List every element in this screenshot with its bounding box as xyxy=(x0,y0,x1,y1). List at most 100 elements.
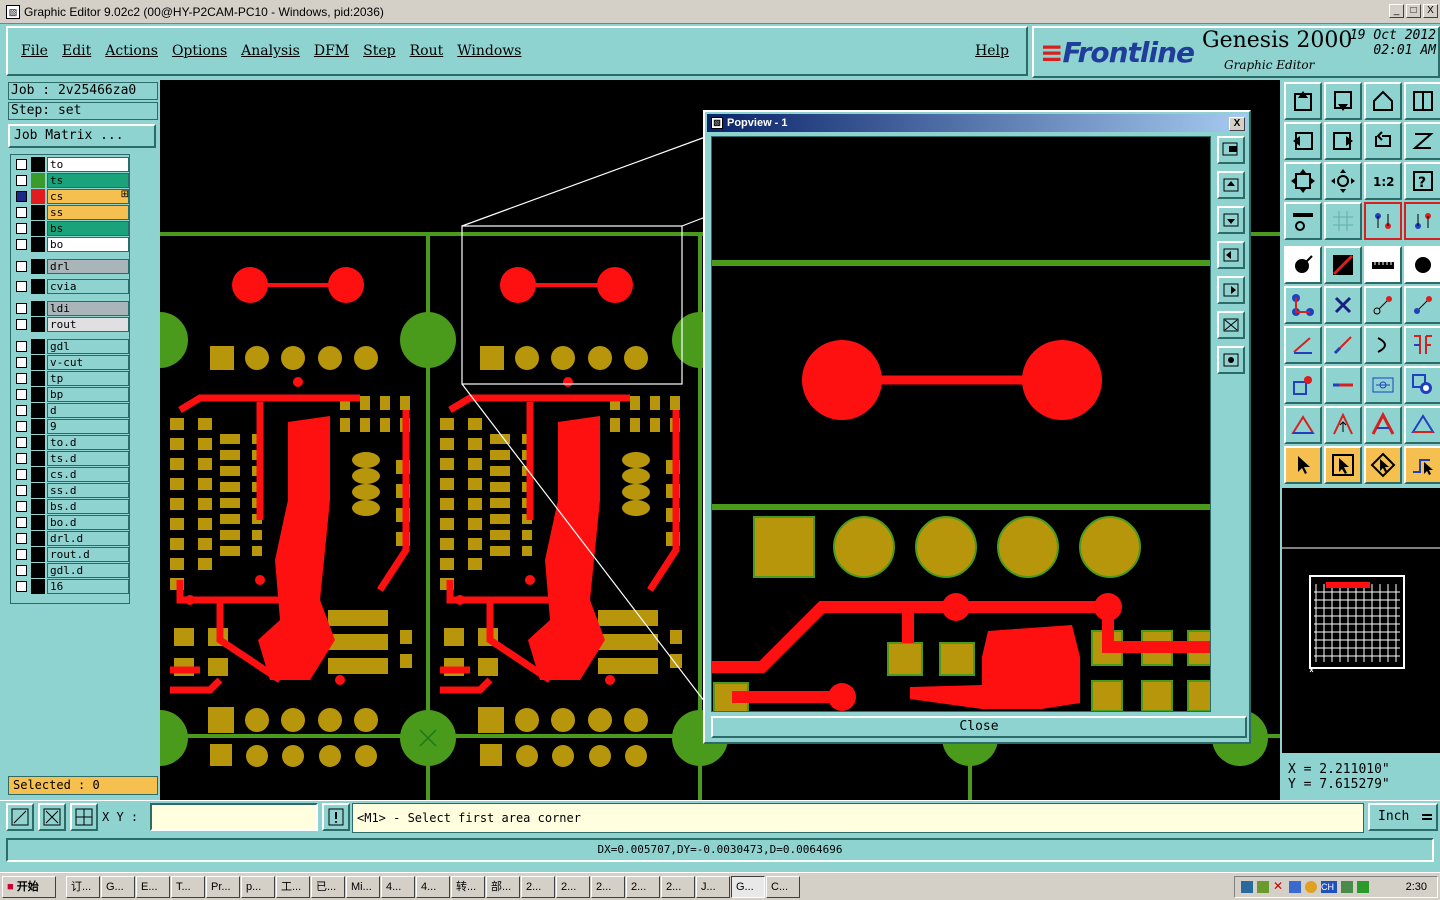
layer-checkbox[interactable] xyxy=(16,389,27,400)
menu-windows[interactable]: Windows xyxy=(450,43,528,59)
snap-mode-icon[interactable] xyxy=(6,803,34,831)
pan-left-tool-icon[interactable] xyxy=(1284,122,1322,160)
layer-row[interactable]: drl xyxy=(13,259,131,274)
connect-icon[interactable] xyxy=(1284,286,1322,324)
taskbar-task[interactable]: G... xyxy=(101,876,135,898)
layer-row[interactable]: bs xyxy=(13,221,131,236)
layer-row[interactable]: to.d xyxy=(13,435,131,450)
taskbar-task[interactable]: J... xyxy=(696,876,730,898)
network-icon[interactable] xyxy=(1241,881,1253,893)
menu-edit[interactable]: Edit xyxy=(55,43,98,59)
delete-icon[interactable] xyxy=(1324,286,1362,324)
layer-checkbox[interactable] xyxy=(16,223,27,234)
text-feature-icon[interactable] xyxy=(1404,326,1440,364)
layer-row[interactable]: cs ⊞ xyxy=(13,189,131,204)
status-icon[interactable] xyxy=(1305,881,1317,893)
menu-analysis[interactable]: Analysis xyxy=(234,43,307,59)
layer-checkbox[interactable] xyxy=(16,581,27,592)
taskbar-task[interactable]: 2... xyxy=(661,876,695,898)
layer-row[interactable]: ts.d xyxy=(13,451,131,466)
layer-checkbox[interactable] xyxy=(16,159,27,170)
menu-file[interactable]: File xyxy=(14,43,55,59)
select-diamond-icon[interactable] xyxy=(1364,446,1402,484)
taskbar-task[interactable]: 订... xyxy=(66,876,100,898)
start-button[interactable]: ■ 开始 xyxy=(2,876,56,898)
layer-checkbox[interactable] xyxy=(16,373,27,384)
layer-row[interactable]: cvia xyxy=(13,279,131,294)
pan-right-tool-icon[interactable] xyxy=(1324,122,1362,160)
layer-checkbox[interactable] xyxy=(16,501,27,512)
layer-row[interactable]: ss.d xyxy=(13,483,131,498)
layer-checkbox[interactable] xyxy=(16,261,27,272)
slope-line-icon[interactable] xyxy=(1284,326,1322,364)
layer-checkbox[interactable] xyxy=(16,281,27,292)
layer-row[interactable]: bo xyxy=(13,237,131,252)
popview-options-icon[interactable] xyxy=(1217,136,1245,164)
home-icon[interactable] xyxy=(1364,82,1402,120)
layer-row[interactable]: ts xyxy=(13,173,131,188)
move-icon[interactable] xyxy=(1364,286,1402,324)
trim-line-icon[interactable] xyxy=(1324,366,1362,404)
popview-close-x-button[interactable]: X xyxy=(1229,117,1245,131)
triangle-pad-icon[interactable] xyxy=(1284,406,1322,444)
app-tray-icon[interactable] xyxy=(1341,881,1353,893)
maximize-button[interactable]: □ xyxy=(1406,4,1421,18)
taskbar-task[interactable]: C... xyxy=(766,876,800,898)
help-query-icon[interactable]: ? xyxy=(1404,162,1440,200)
taskbar-task[interactable]: T... xyxy=(171,876,205,898)
layer-checkbox[interactable] xyxy=(16,357,27,368)
layer-row[interactable]: bs.d xyxy=(13,499,131,514)
taskbar-task[interactable]: G... xyxy=(731,876,765,898)
split-view-icon[interactable] xyxy=(1404,82,1440,120)
tool-icon[interactable] xyxy=(1257,881,1269,893)
taskbar-task[interactable]: 转... xyxy=(451,876,485,898)
layer-row[interactable]: gdl xyxy=(13,339,131,354)
taskbar-task[interactable]: 工... xyxy=(276,876,310,898)
taskbar-task[interactable]: 部... xyxy=(486,876,520,898)
layer-row[interactable]: cs.d xyxy=(13,467,131,482)
taskbar-task[interactable]: 2... xyxy=(591,876,625,898)
zoom-down-icon[interactable] xyxy=(1324,82,1362,120)
dimension-icon[interactable] xyxy=(1364,366,1402,404)
triangle-flat-icon[interactable] xyxy=(1404,406,1440,444)
taskbar-task[interactable]: Pr... xyxy=(206,876,240,898)
menu-rout[interactable]: Rout xyxy=(403,43,451,59)
triangle-arrow-icon[interactable] xyxy=(1324,406,1362,444)
layer-checkbox[interactable] xyxy=(16,421,27,432)
menu-options[interactable]: Options xyxy=(165,43,234,59)
zoom-center-icon[interactable] xyxy=(1324,162,1362,200)
layer-checkbox[interactable] xyxy=(16,175,27,186)
popview-canvas[interactable] xyxy=(711,136,1211,712)
layer-checkbox[interactable] xyxy=(16,437,27,448)
taskbar-task[interactable]: 2... xyxy=(521,876,555,898)
taskbar-task[interactable]: 2... xyxy=(626,876,660,898)
layer-row[interactable]: 16 xyxy=(13,579,131,594)
pad-group-icon[interactable] xyxy=(1404,366,1440,404)
arc-icon[interactable] xyxy=(1364,326,1402,364)
layer-row[interactable]: bo.d xyxy=(13,515,131,530)
layer-checkbox[interactable] xyxy=(16,341,27,352)
layer-row[interactable]: v-cut xyxy=(13,355,131,370)
layer-checkbox[interactable] xyxy=(16,517,27,528)
xy-input[interactable] xyxy=(150,803,318,831)
units-selector[interactable]: Inch xyxy=(1368,803,1438,831)
layer-row[interactable]: ldi xyxy=(13,301,131,316)
layer-row[interactable]: d xyxy=(13,403,131,418)
measure-tool-icon[interactable] xyxy=(1284,202,1322,240)
layer-checkbox[interactable] xyxy=(16,303,27,314)
pan-down-icon[interactable] xyxy=(1217,206,1245,234)
layer-checkbox[interactable] xyxy=(16,565,27,576)
ruler-icon[interactable] xyxy=(1364,246,1402,284)
x-icon[interactable]: ✕ xyxy=(1273,880,1285,893)
circle-add-icon[interactable] xyxy=(1404,246,1440,284)
layer-checkbox[interactable] xyxy=(16,469,27,480)
one-to-one-icon[interactable]: 1:2 xyxy=(1364,162,1402,200)
overview-map[interactable] xyxy=(1282,488,1440,753)
taskbar-task[interactable]: 4... xyxy=(416,876,450,898)
lang-indicator[interactable]: CH xyxy=(1321,881,1337,893)
zoom-up-icon[interactable] xyxy=(1284,82,1322,120)
snap-icon[interactable] xyxy=(1404,122,1440,160)
security-icon[interactable] xyxy=(1357,881,1369,893)
layer-row[interactable]: rout xyxy=(13,317,131,332)
taskbar-task[interactable]: 已... xyxy=(311,876,345,898)
